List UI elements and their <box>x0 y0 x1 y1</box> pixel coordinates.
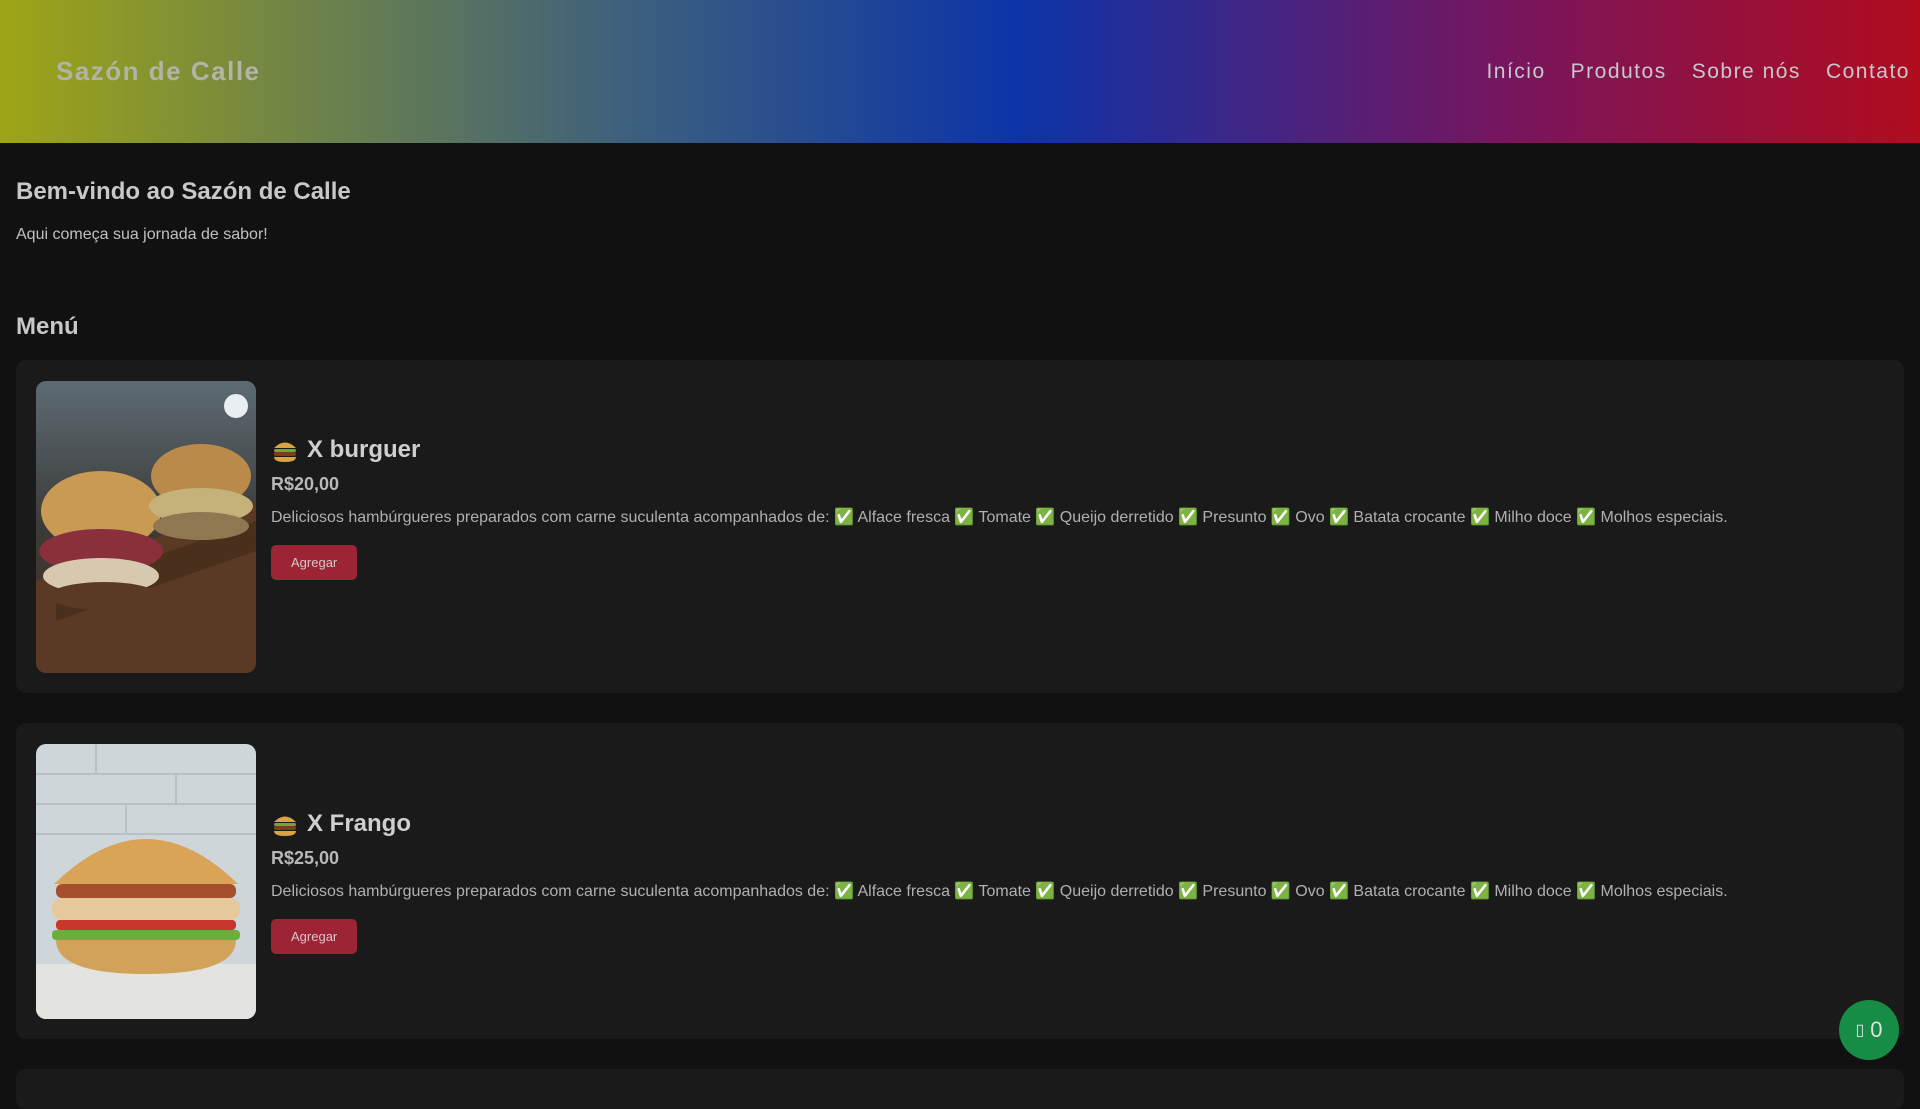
nav-link-sobre-nos[interactable]: Sobre nós <box>1692 60 1801 84</box>
menu-item-card: X Frango R$25,00 Deliciosos hambúrgueres… <box>16 723 1904 1039</box>
cart-icon: ▯ <box>1855 1022 1865 1039</box>
menu-item-title: X Frango <box>271 810 1728 838</box>
brand-logo-text[interactable]: Sazón de Calle <box>56 56 261 87</box>
menu-item-name: X Frango <box>307 810 412 837</box>
add-to-cart-button[interactable]: Agregar <box>271 919 358 954</box>
top-navbar: Sazón de Calle Início Produtos Sobre nós… <box>0 0 1920 143</box>
nav-link-contato[interactable]: Contato <box>1826 60 1910 84</box>
cart-button[interactable]: ▯ 0 <box>1839 1000 1899 1060</box>
menu-item-card: X burguer R$20,00 Deliciosos hambúrguere… <box>16 360 1904 693</box>
cart-count: 0 <box>1870 1017 1883 1042</box>
burger-icon <box>274 816 296 836</box>
menu-item-info: X Frango R$25,00 Deliciosos hambúrgueres… <box>271 810 1728 954</box>
menu-item-description: Deliciosos hambúrgueres preparados com c… <box>271 883 1728 900</box>
menu-item-description: Deliciosos hambúrgueres preparados com c… <box>271 509 1728 526</box>
welcome-subtitle: Aqui começa sua jornada de sabor! <box>16 226 268 243</box>
menu-item-price: R$20,00 <box>271 474 340 494</box>
menu-item-name: X burguer <box>307 436 421 463</box>
menu-title: Menú <box>16 313 79 340</box>
burger-photo <box>36 381 256 673</box>
main-nav: Início Produtos Sobre nós Contato <box>1486 60 1910 84</box>
chicken-burger-photo <box>36 744 256 1019</box>
burger-icon <box>274 442 296 462</box>
menu-item-title: X burguer <box>271 436 1728 464</box>
welcome-title: Bem-vindo ao Sazón de Calle <box>16 178 351 205</box>
menu-item-card <box>16 1069 1904 1109</box>
nav-link-produtos[interactable]: Produtos <box>1571 60 1667 84</box>
menu-item-price: R$25,00 <box>271 848 340 868</box>
menu-item-info: X burguer R$20,00 Deliciosos hambúrguere… <box>271 436 1728 580</box>
nav-link-inicio[interactable]: Início <box>1486 60 1545 84</box>
add-to-cart-button[interactable]: Agregar <box>271 545 358 580</box>
welcome-section: Bem-vindo ao Sazón de Calle Aqui começa … <box>16 178 351 244</box>
